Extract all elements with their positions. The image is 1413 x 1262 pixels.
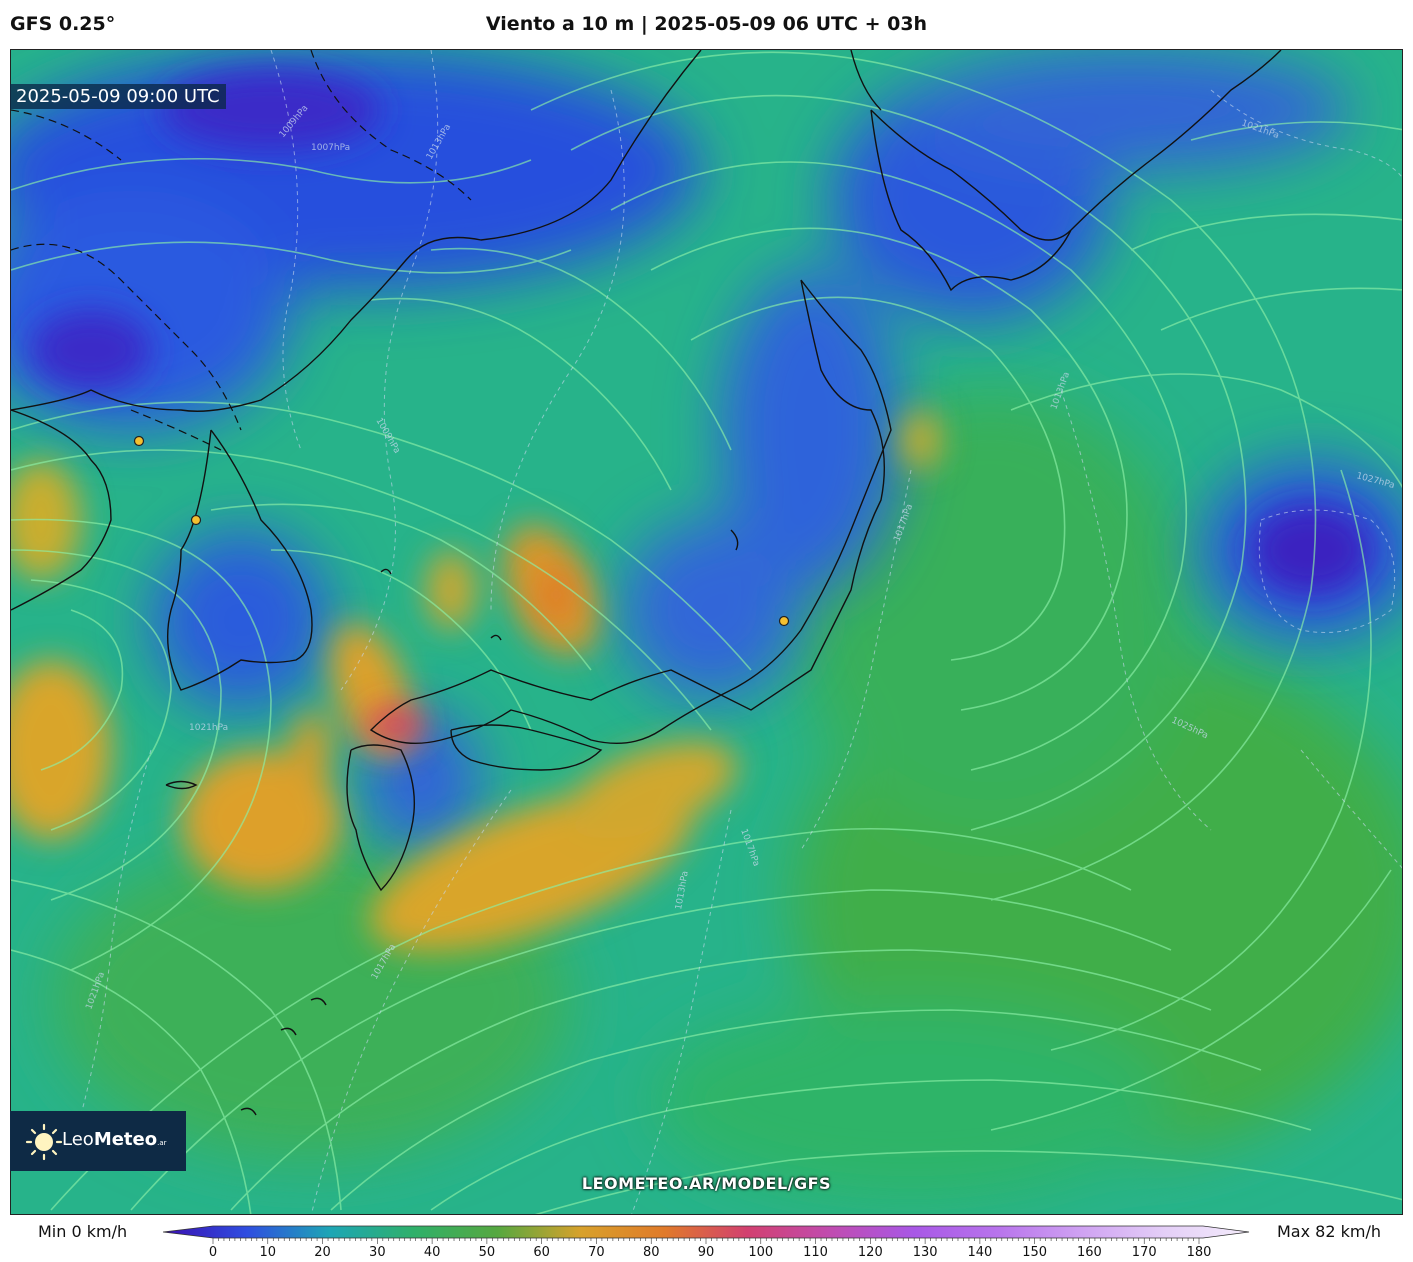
city-marker-tokyo xyxy=(778,615,790,627)
legend-min-label: Min 0 km/h xyxy=(38,1222,128,1241)
colorbar-tick-label: 120 xyxy=(858,1245,883,1257)
city-marker-beijing xyxy=(133,435,145,447)
logo-wordmark: LeoMeteo.ar xyxy=(62,1129,167,1150)
sun-icon xyxy=(25,1123,63,1161)
source-url-watermark: LEOMETEO.AR/MODEL/GFS xyxy=(581,1174,832,1193)
city-marker-pyongyang xyxy=(190,514,202,526)
colorbar-tick-label: 170 xyxy=(1132,1245,1157,1257)
leometeo-logo: LeoMeteo.ar xyxy=(10,1111,186,1171)
valid-time-badge: 2025-05-09 09:00 UTC xyxy=(10,84,226,109)
colorbar-ticks: 0 10 20 30 40 50 60 70 80 90 100 110 120 130 140 150 160… xyxy=(209,1245,1212,1257)
wind-field: 1009hPa 1007hPa 1013hPa 1021hPa 1009hPa … xyxy=(11,50,1402,1214)
colorbar-tick-label: 100 xyxy=(748,1245,773,1257)
colorbar-tick-label: 160 xyxy=(1077,1245,1102,1257)
isobar-label: 1021hPa xyxy=(189,723,228,733)
colorbar-tick-label: 80 xyxy=(643,1245,660,1257)
colorbar-tick-label: 30 xyxy=(369,1245,386,1257)
map-title: Viento a 10 m | 2025-05-09 06 UTC + 03h xyxy=(485,13,928,35)
colorbar-tick-label: 150 xyxy=(1022,1245,1047,1257)
legend-max-label: Max 82 km/h xyxy=(1277,1222,1381,1241)
colorbar-tick-label: 50 xyxy=(479,1245,496,1257)
colorbar-tick-label: 140 xyxy=(967,1245,992,1257)
isobar-label: 1007hPa xyxy=(311,143,350,153)
colorbar-bar xyxy=(163,1225,1250,1239)
colorbar-tick-label: 180 xyxy=(1187,1245,1212,1257)
wind-map: 1009hPa 1007hPa 1013hPa 1021hPa 1009hPa … xyxy=(10,49,1403,1215)
colorbar-tick-label: 130 xyxy=(913,1245,938,1257)
colorbar-tick-label: 10 xyxy=(260,1245,277,1257)
colorbar-tick-label: 0 xyxy=(209,1245,217,1257)
colorbar-tick-label: 20 xyxy=(314,1245,331,1257)
colorbar-tick-label: 110 xyxy=(803,1245,828,1257)
colorbar-tick-label: 70 xyxy=(588,1245,605,1257)
wind-speed-colorbar: 0 10 20 30 40 50 60 70 80 90 100 110 120 130 140 150 160… xyxy=(163,1225,1250,1257)
colorbar-tick-label: 40 xyxy=(424,1245,441,1257)
colorbar-minor-ticks xyxy=(212,1238,1200,1244)
colorbar-tick-label: 90 xyxy=(698,1245,715,1257)
colorbar-tick-label: 60 xyxy=(533,1245,550,1257)
